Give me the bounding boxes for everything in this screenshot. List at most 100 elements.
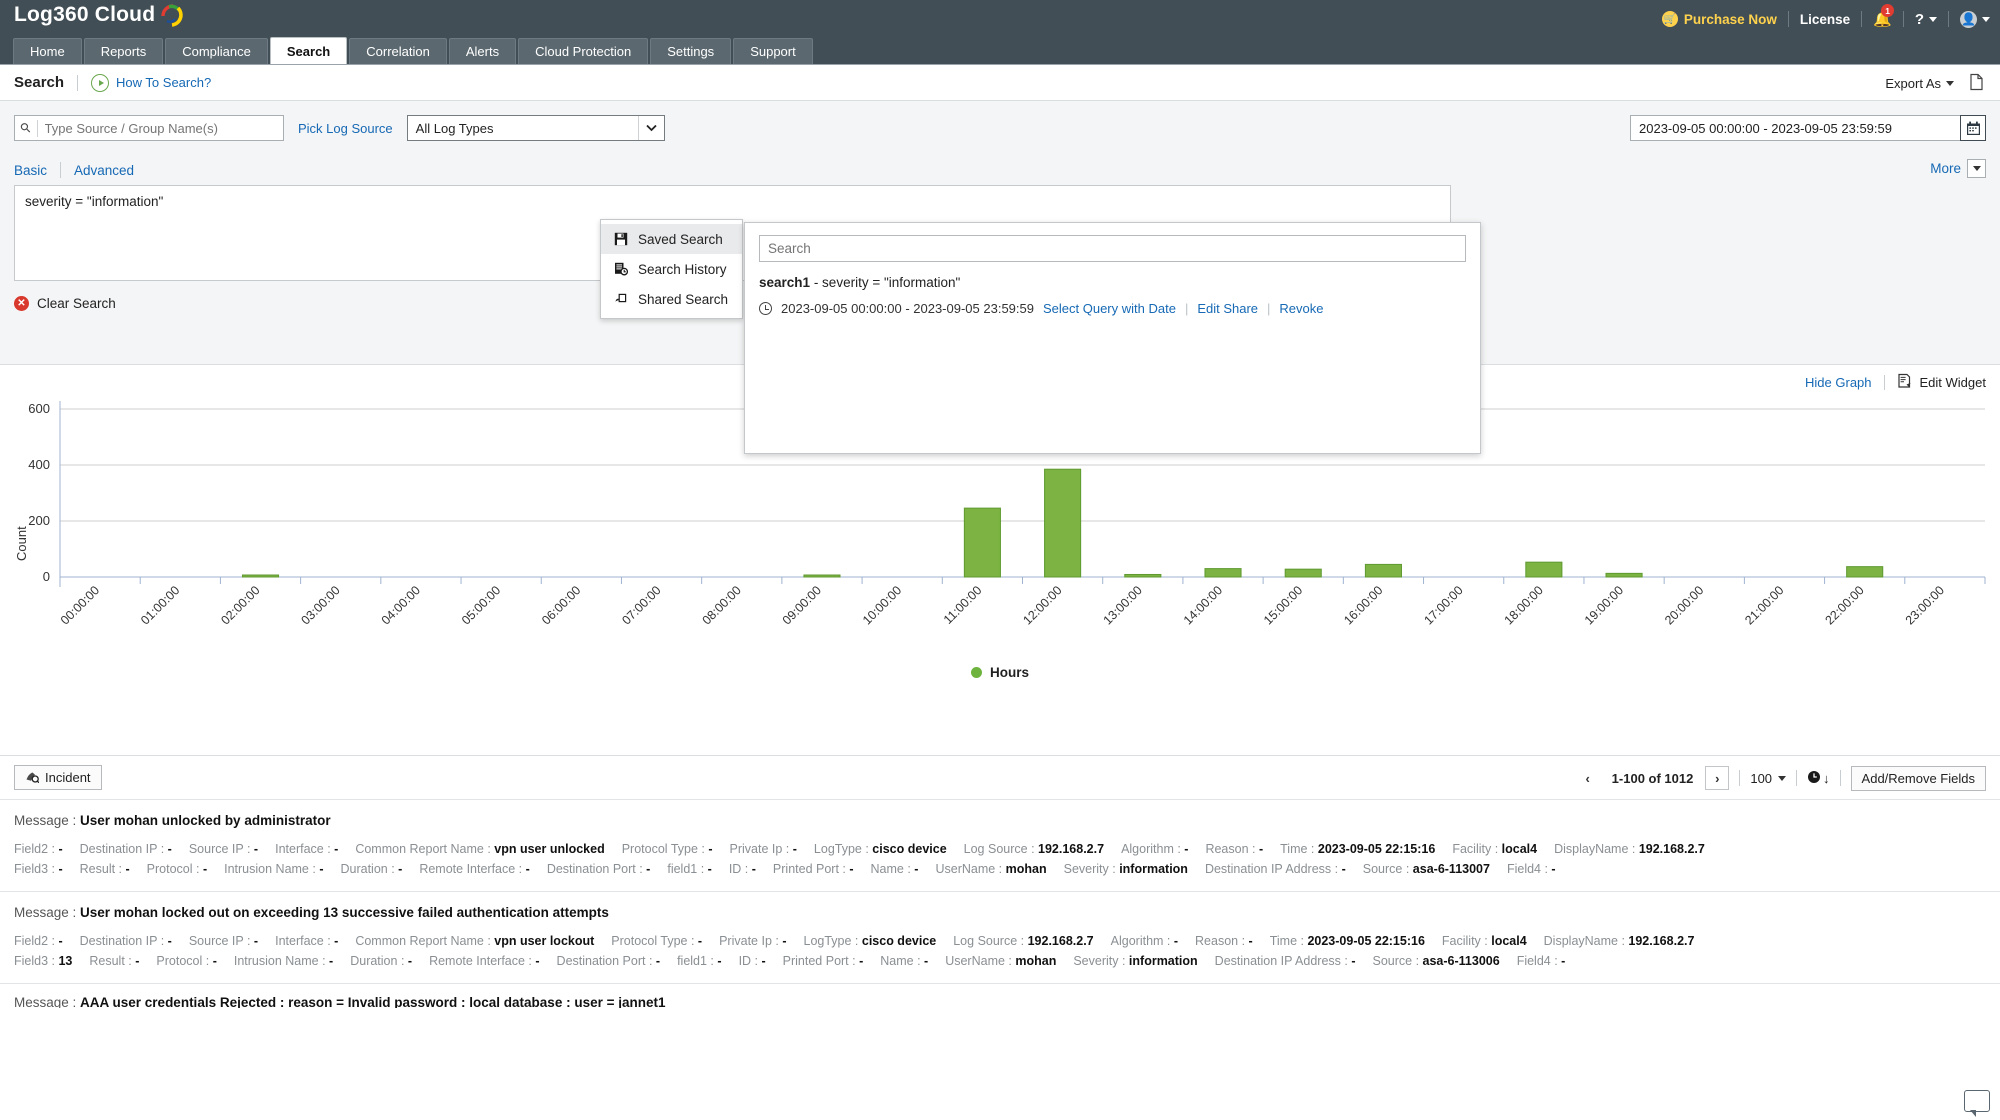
result-field: Name : - — [871, 862, 919, 876]
incident-icon — [25, 769, 39, 786]
result-field-key: Field2 : — [14, 842, 58, 856]
nav-tab-alerts[interactable]: Alerts — [449, 38, 516, 64]
add-remove-fields-button[interactable]: Add/Remove Fields — [1851, 766, 1986, 791]
result-field-key: Algorithm : — [1111, 934, 1174, 948]
result-field: LogType : cisco device — [814, 842, 947, 856]
result-field-key: Algorithm : — [1121, 842, 1184, 856]
nav-tab-reports[interactable]: Reports — [84, 38, 164, 64]
tab-basic[interactable]: Basic — [14, 163, 47, 178]
svg-text:04:00:00: 04:00:00 — [379, 583, 423, 627]
top-right-actions: 🛒 Purchase Now License 🔔 1 ? 👤 — [1662, 0, 1990, 38]
result-field-value: - — [656, 954, 660, 968]
avatar: 👤 — [1960, 11, 1977, 28]
how-to-search-link[interactable]: How To Search? — [116, 75, 211, 90]
log-type-select[interactable]: All Log Types — [407, 115, 665, 141]
search-input[interactable] — [37, 120, 277, 137]
result-field-key: Common Report Name : — [355, 934, 494, 948]
result-field-value: - — [708, 842, 712, 856]
export-as-button[interactable]: Export As — [1885, 76, 1954, 91]
nav-tab-support[interactable]: Support — [733, 38, 813, 64]
result-field: Destination Port : - — [557, 954, 661, 968]
divider — [1739, 770, 1740, 786]
result-field: Private Ip : - — [730, 842, 797, 856]
nav-tab-home[interactable]: Home — [13, 38, 82, 64]
tab-advanced[interactable]: Advanced — [74, 163, 134, 178]
result-row[interactable]: Message : AAA user credentials Rejected … — [0, 984, 2000, 1008]
result-field-value: - — [1184, 842, 1188, 856]
menu-item-saved-search[interactable]: Saved Search — [601, 224, 742, 254]
select-query-with-date-link[interactable]: Select Query with Date — [1043, 301, 1176, 316]
menu-item-label: Search History — [638, 262, 727, 277]
result-field-value: - — [793, 842, 797, 856]
saved-search-filter-input[interactable] — [759, 235, 1466, 262]
nav-tab-compliance[interactable]: Compliance — [165, 38, 268, 64]
more-dropdown-menu: Saved Search Search History Shared Searc… — [600, 219, 743, 319]
result-field: Facility : local4 — [1452, 842, 1537, 856]
result-field: DisplayName : 192.168.2.7 — [1544, 934, 1695, 948]
revoke-link[interactable]: Revoke — [1279, 301, 1323, 316]
nav-tab-settings[interactable]: Settings — [650, 38, 731, 64]
app-logo[interactable]: Log360 Cloud — [14, 2, 185, 28]
pick-log-source-link[interactable]: Pick Log Source — [298, 121, 393, 136]
help-menu-button[interactable]: ? — [1915, 11, 1937, 28]
license-button[interactable]: License — [1800, 12, 1850, 27]
menu-item-label: Shared Search — [638, 292, 728, 307]
sort-by-time-button[interactable]: ↓ — [1807, 770, 1830, 787]
notifications-button[interactable]: 🔔 1 — [1873, 10, 1892, 28]
saved-search-meta: 2023-09-05 00:00:00 - 2023-09-05 23:59:5… — [759, 301, 1466, 316]
divider — [1840, 770, 1841, 786]
date-range-value[interactable]: 2023-09-05 00:00:00 - 2023-09-05 23:59:5… — [1630, 115, 1960, 141]
user-menu-button[interactable]: 👤 — [1960, 11, 1990, 28]
incident-button[interactable]: Incident — [14, 765, 102, 790]
svg-text:13:00:00: 13:00:00 — [1101, 583, 1145, 627]
result-field-value: - — [398, 862, 402, 876]
result-field-key: LogType : — [804, 934, 862, 948]
prev-page-button[interactable]: ‹ — [1576, 766, 1600, 790]
result-field: Printed Port : - — [783, 954, 864, 968]
more-menu-trigger[interactable]: More — [1930, 159, 1986, 178]
edit-share-link[interactable]: Edit Share — [1197, 301, 1258, 316]
purchase-now-button[interactable]: 🛒 Purchase Now — [1662, 11, 1777, 27]
result-field: Printed Port : - — [773, 862, 854, 876]
divider: | — [1267, 301, 1270, 316]
page-size-value: 100 — [1750, 771, 1772, 786]
result-field-line: Field3 : -Result : -Protocol : -Intrusio… — [14, 859, 1986, 879]
result-field-key: Facility : — [1452, 842, 1501, 856]
svg-text:15:00:00: 15:00:00 — [1261, 583, 1305, 627]
menu-item-search-history[interactable]: Search History — [601, 254, 742, 284]
result-field-key: Remote Interface : — [429, 954, 535, 968]
saved-search-item[interactable]: search1 - severity = "information" — [759, 275, 1466, 290]
page-size-select[interactable]: 100 — [1750, 771, 1786, 786]
export-file-icon[interactable] — [1968, 73, 1986, 94]
result-field-key: DisplayName : — [1554, 842, 1639, 856]
source-search-box[interactable]: ⚲ — [14, 115, 284, 141]
result-field: Algorithm : - — [1111, 934, 1178, 948]
date-range-picker[interactable]: 2023-09-05 00:00:00 - 2023-09-05 23:59:5… — [1630, 115, 1986, 141]
result-field-value: - — [168, 934, 172, 948]
nav-tab-search[interactable]: Search — [270, 37, 347, 64]
next-page-button[interactable]: › — [1705, 766, 1729, 790]
nav-tab-correlation[interactable]: Correlation — [349, 38, 447, 64]
divider — [77, 75, 78, 91]
svg-text:20:00:00: 20:00:00 — [1662, 583, 1706, 627]
result-row[interactable]: Message : User mohan unlocked by adminis… — [0, 800, 2000, 892]
result-field-value: - — [1561, 954, 1565, 968]
chat-support-button[interactable] — [1964, 1090, 1990, 1112]
divider — [1796, 770, 1797, 786]
calendar-icon[interactable] — [1960, 115, 1986, 141]
result-field: Intrusion Name : - — [234, 954, 333, 968]
result-field: Log Source : 192.168.2.7 — [964, 842, 1104, 856]
result-field-value: local4 — [1491, 934, 1526, 948]
more-dropdown-button[interactable] — [1967, 159, 1986, 178]
result-field-key: Printed Port : — [783, 954, 859, 968]
result-field-value: 13 — [58, 954, 72, 968]
result-row[interactable]: Message : User mohan locked out on excee… — [0, 892, 2000, 984]
result-field-value: - — [535, 954, 539, 968]
svg-text:08:00:00: 08:00:00 — [700, 583, 744, 627]
chevron-down-icon — [1973, 166, 1981, 171]
results-toolbar: Incident ‹ 1-100 of 1012 › 100 ↓ Add/Rem… — [0, 755, 2000, 799]
result-field-key: Duration : — [350, 954, 408, 968]
result-field-value: - — [859, 954, 863, 968]
nav-tab-cloud-protection[interactable]: Cloud Protection — [518, 38, 648, 64]
menu-item-shared-search[interactable]: Shared Search — [601, 284, 742, 314]
